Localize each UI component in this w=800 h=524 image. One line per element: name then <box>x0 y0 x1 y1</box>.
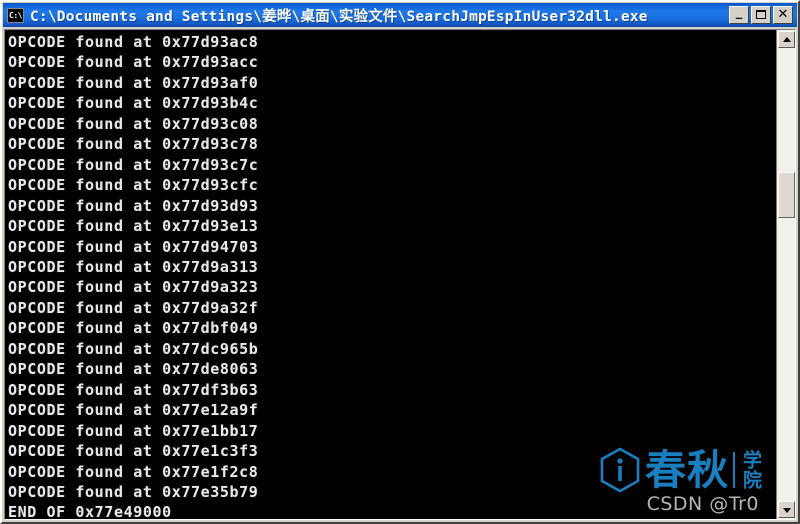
scroll-down-button[interactable] <box>778 501 795 518</box>
scrollbar-track-upper[interactable] <box>778 48 795 172</box>
console-line: OPCODE found at 0x77d9a313 <box>8 257 259 276</box>
scrollbar-track-lower[interactable] <box>778 218 795 501</box>
console-output[interactable]: OPCODE found at 0x77d93ac8 OPCODE found a… <box>5 30 776 519</box>
maximize-icon <box>756 10 766 19</box>
scrollbar-thumb[interactable] <box>778 172 795 218</box>
console-line: OPCODE found at 0x77dc965b <box>8 339 259 358</box>
console-app-icon: C:\ <box>7 7 24 23</box>
console-line: OPCODE found at 0x77de8063 <box>8 360 259 379</box>
console-line: OPCODE found at 0x77d93af0 <box>8 73 259 92</box>
console-line: END OF 0x77e49000 <box>8 503 172 519</box>
console-line: OPCODE found at 0x77d93c78 <box>8 135 259 154</box>
window-title: C:\Documents and Settings\姜晔\桌面\实验文件\Sea… <box>30 8 648 25</box>
console-line: OPCODE found at 0x77e1f2c8 <box>8 462 259 481</box>
maximize-button[interactable] <box>751 6 771 24</box>
console-line: OPCODE found at 0x77e1bb17 <box>8 421 259 440</box>
console-line: OPCODE found at 0x77d93acc <box>8 53 259 72</box>
console-line: OPCODE found at 0x77d93c7c <box>8 155 259 174</box>
console-client-area: OPCODE found at 0x77d93ac8 OPCODE found a… <box>4 29 796 520</box>
minimize-icon: _ <box>735 5 743 20</box>
scroll-up-button[interactable] <box>778 31 795 48</box>
console-line: OPCODE found at 0x77d93cfc <box>8 176 259 195</box>
console-line: OPCODE found at 0x77d9a32f <box>8 298 259 317</box>
console-line: OPCODE found at 0x77d94703 <box>8 237 259 256</box>
console-line: OPCODE found at 0x77d93e13 <box>8 217 259 236</box>
console-line: OPCODE found at 0x77e1c3f3 <box>8 442 259 461</box>
title-bar[interactable]: C:\ C:\Documents and Settings\姜晔\桌面\实验文件… <box>3 3 797 27</box>
console-line: OPCODE found at 0x77d93ac8 <box>8 33 259 51</box>
console-line: OPCODE found at 0x77d9a323 <box>8 278 259 297</box>
close-button[interactable]: ✕ <box>773 6 793 24</box>
console-line: OPCODE found at 0x77e35b79 <box>8 482 259 501</box>
console-line: OPCODE found at 0x77df3b63 <box>8 380 259 399</box>
vertical-scrollbar[interactable] <box>776 30 795 519</box>
console-line: OPCODE found at 0x77d93c08 <box>8 114 259 133</box>
minimize-button[interactable]: _ <box>729 6 749 24</box>
console-line: OPCODE found at 0x77d93d93 <box>8 196 259 215</box>
close-icon: ✕ <box>777 7 789 22</box>
console-line: OPCODE found at 0x77dbf049 <box>8 319 259 338</box>
console-window: C:\ C:\Documents and Settings\姜晔\桌面\实验文件… <box>0 0 800 524</box>
console-line: OPCODE found at 0x77d93b4c <box>8 94 259 113</box>
scroll-up-arrow-icon <box>782 36 791 42</box>
console-line: OPCODE found at 0x77e12a9f <box>8 401 259 420</box>
window-controls: _ ✕ <box>729 6 793 24</box>
scroll-down-arrow-icon <box>782 507 791 513</box>
